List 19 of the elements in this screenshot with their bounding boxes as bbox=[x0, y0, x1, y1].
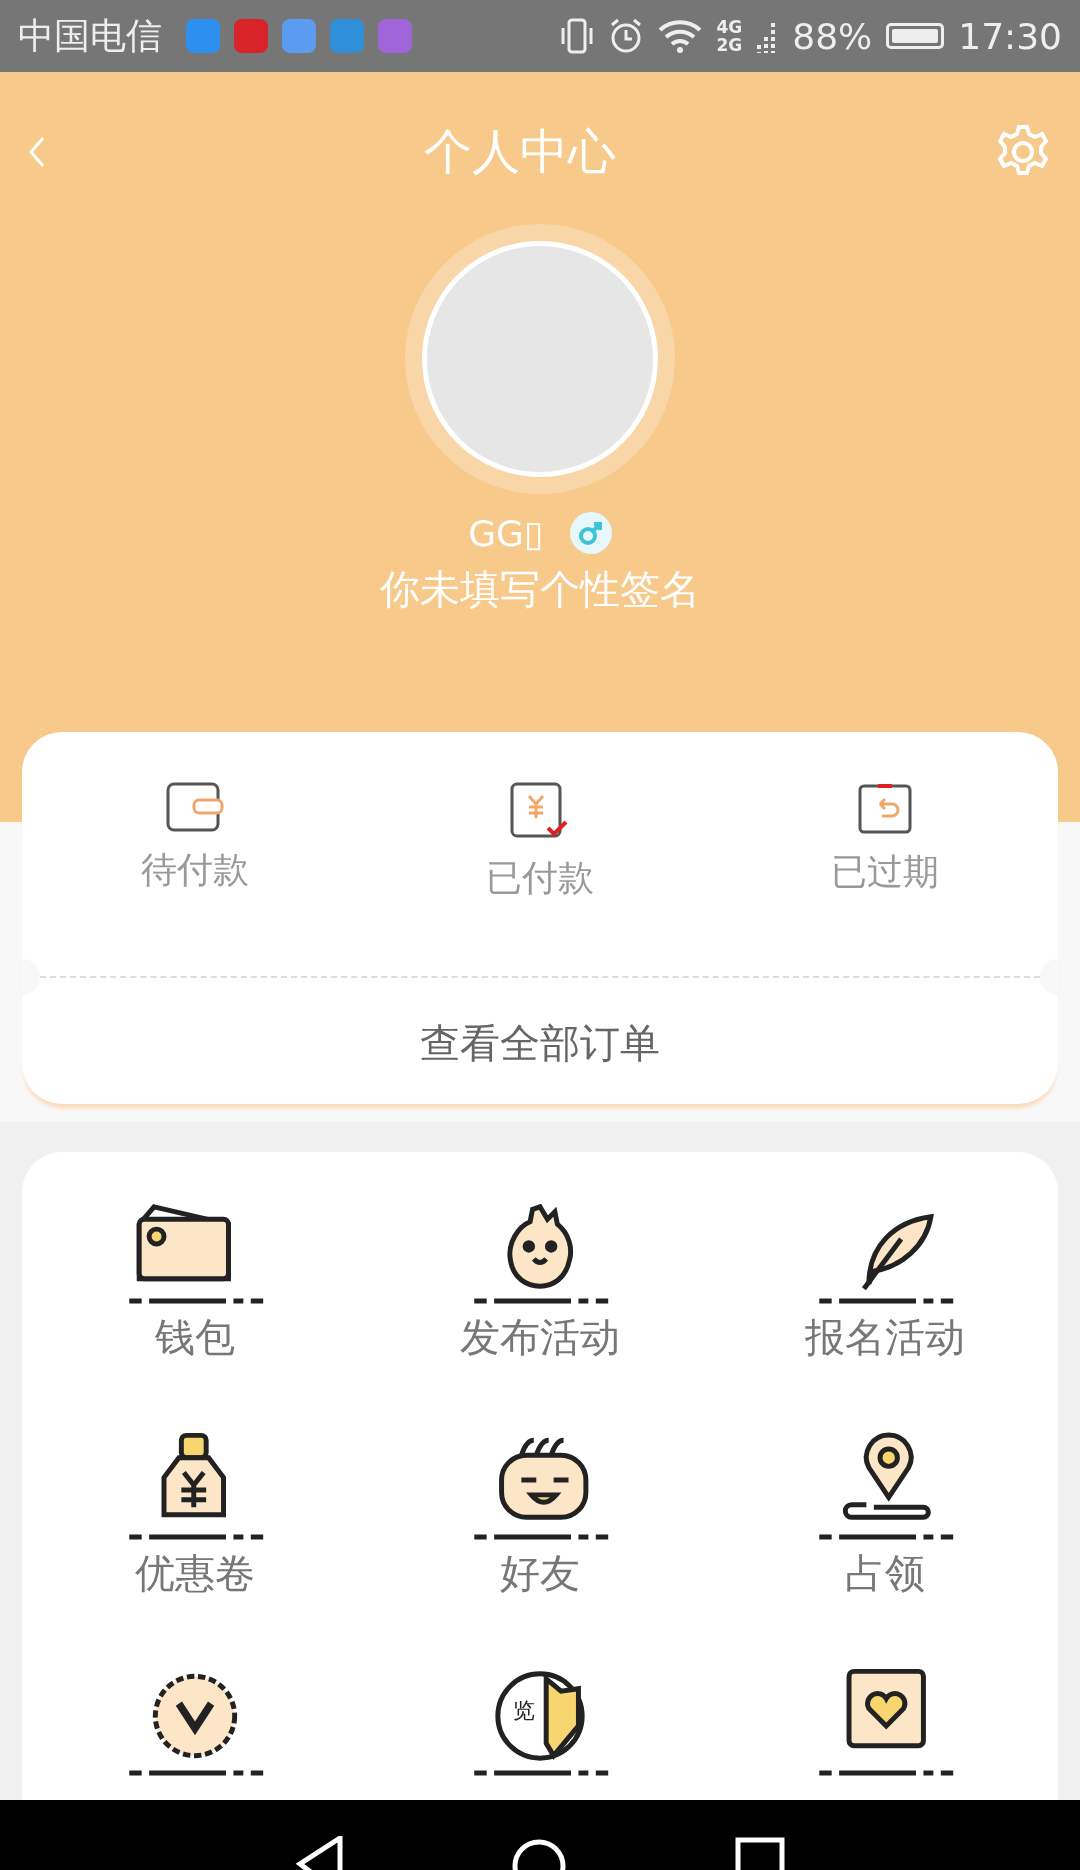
menu-label[interactable]: 钱包 bbox=[154, 1310, 235, 1365]
menu-label[interactable]: 优惠卷 bbox=[134, 1546, 255, 1601]
battery-percent: 88% bbox=[792, 15, 873, 57]
order-status-label[interactable]: 待付款 bbox=[140, 846, 249, 895]
clock: 17:30 bbox=[958, 15, 1062, 57]
carrier-name: 中国电信 bbox=[18, 13, 162, 58]
icon-glyph: 览 bbox=[512, 1697, 535, 1724]
user-name: GG▯ bbox=[468, 512, 544, 554]
order-status-label[interactable]: 已过期 bbox=[831, 848, 940, 897]
page-title: 个人中心 bbox=[424, 122, 616, 181]
menu-label[interactable]: 占领 bbox=[845, 1546, 926, 1601]
menu-label[interactable]: 报名活动 bbox=[805, 1310, 966, 1365]
network-label: 2G bbox=[716, 36, 743, 54]
menu-label[interactable]: 好友 bbox=[500, 1546, 580, 1601]
view-all-orders-button[interactable]: 查看全部订单 bbox=[22, 982, 1058, 1104]
network-label: 4G bbox=[716, 18, 743, 36]
signature-text: 你未填写个性签名 bbox=[380, 565, 700, 614]
order-status-label[interactable]: 已付款 bbox=[486, 854, 594, 903]
menu-label[interactable]: 发布活动 bbox=[460, 1310, 620, 1365]
